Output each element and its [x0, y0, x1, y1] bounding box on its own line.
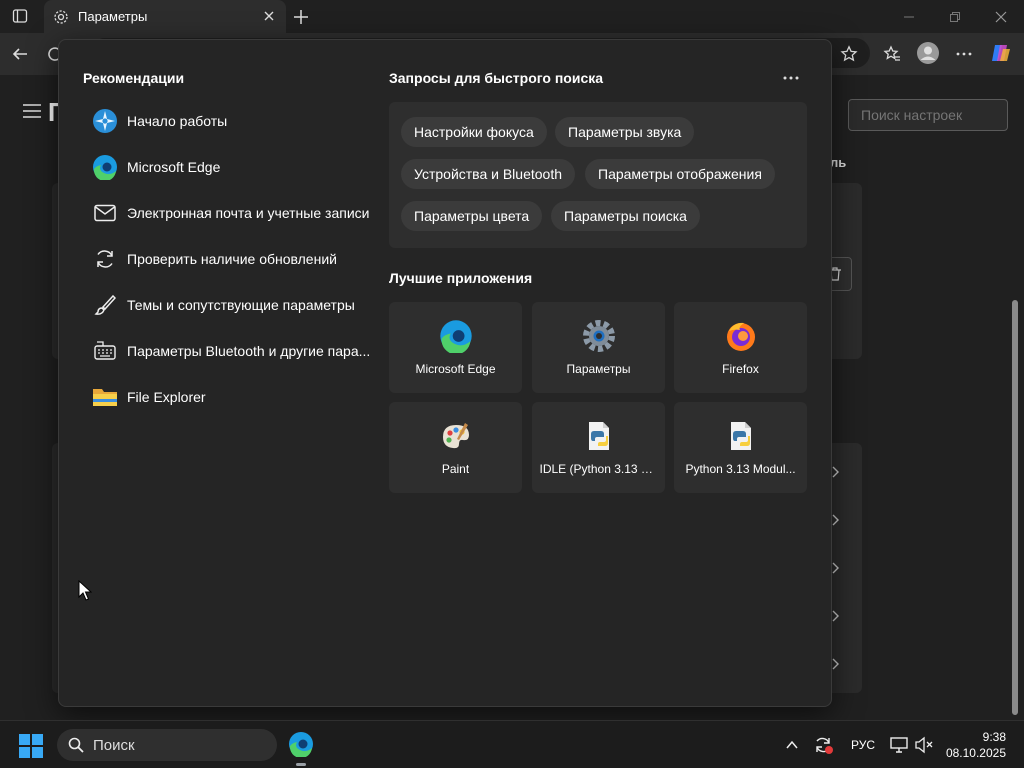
recommendation-label: Электронная почта и учетные записи [127, 205, 370, 221]
quick-search-chip[interactable]: Устройства и Bluetooth [401, 159, 575, 189]
folder-icon [91, 383, 119, 411]
tab-settings[interactable]: Параметры [44, 0, 286, 33]
sync-alert-icon[interactable] [813, 735, 833, 755]
recommendation-themes[interactable]: Темы и сопутствующие параметры [83, 282, 379, 328]
search-flyout: Рекомендации Начало работы Microsoft Edg… [58, 39, 832, 707]
quick-search-chip[interactable]: Параметры звука [555, 117, 695, 147]
section-label: ль [830, 155, 847, 170]
app-tile-idle[interactable]: IDLE (Python 3.13 6... [532, 402, 665, 493]
minimize-icon[interactable] [898, 6, 920, 28]
quick-search-chip[interactable]: Параметры отображения [585, 159, 775, 189]
hamburger-menu-icon[interactable] [22, 103, 42, 119]
quick-search-chip[interactable]: Параметры цвета [401, 201, 543, 231]
tab-actions-icon[interactable] [8, 5, 32, 27]
edge-icon [438, 318, 474, 354]
new-tab-icon[interactable] [290, 6, 312, 28]
recommendation-label: Темы и сопутствующие параметры [127, 297, 355, 313]
app-label: Python 3.13 Modul... [685, 462, 796, 476]
copilot-icon[interactable] [988, 40, 1014, 66]
recommendation-label: Проверить наличие обновлений [127, 251, 337, 267]
quick-search-chip[interactable]: Параметры поиска [551, 201, 700, 231]
top-apps-title: Лучшие приложения [389, 270, 533, 286]
running-indicator [296, 763, 306, 766]
clock[interactable]: 9:38 08.10.2025 [940, 729, 1006, 761]
settings-gear-icon [581, 318, 617, 354]
recommendation-label: Параметры Bluetooth и другие пара... [127, 343, 371, 359]
close-window-icon[interactable] [990, 6, 1012, 28]
recommendation-label: Microsoft Edge [127, 159, 221, 175]
browser-titlebar: Параметры [0, 0, 1024, 33]
mouse-cursor-icon [78, 579, 93, 602]
recommendation-label: File Explorer [127, 389, 206, 405]
language-indicator[interactable]: РУС [851, 738, 875, 752]
profile-avatar-icon[interactable] [915, 40, 941, 66]
recommendations-title: Рекомендации [83, 70, 185, 86]
recommendations-list: Начало работы Microsoft Edge Электронная… [83, 98, 379, 420]
windows-start-icon[interactable] [18, 733, 44, 759]
recommendation-label: Начало работы [127, 113, 228, 129]
back-arrow-icon[interactable] [7, 41, 33, 67]
app-label: Firefox [722, 362, 759, 376]
edge-icon [91, 153, 119, 181]
app-tile-python[interactable]: Python 3.13 Modul... [674, 402, 807, 493]
taskbar-search-label: Поиск [93, 736, 135, 754]
close-tab-icon[interactable] [262, 9, 276, 23]
brush-icon [91, 291, 119, 319]
more-options-icon[interactable] [779, 68, 803, 88]
network-icon[interactable] [889, 735, 909, 755]
recommendation-bluetooth[interactable]: Параметры Bluetooth и другие пара... [83, 328, 379, 374]
recommendation-check-updates[interactable]: Проверить наличие обновлений [83, 236, 379, 282]
volume-muted-icon[interactable] [914, 735, 934, 755]
app-tile-firefox[interactable]: Firefox [674, 302, 807, 393]
app-label: Microsoft Edge [415, 362, 496, 376]
favorite-star-icon[interactable] [836, 41, 862, 67]
app-tile-microsoft-edge[interactable]: Microsoft Edge [389, 302, 522, 393]
quick-search-title: Запросы для быстрого поиска [389, 70, 604, 86]
app-tile-settings[interactable]: Параметры [532, 302, 665, 393]
app-label: Paint [441, 462, 470, 476]
taskbar-edge-icon[interactable] [286, 729, 316, 759]
python-icon [723, 418, 759, 454]
keyboard-icon [91, 337, 119, 365]
quick-search-box: Настройки фокуса Параметры звука Устройс… [389, 102, 807, 248]
get-started-icon [91, 107, 119, 135]
refresh-icon [91, 245, 119, 273]
recommendation-microsoft-edge[interactable]: Microsoft Edge [83, 144, 379, 190]
mail-icon [91, 199, 119, 227]
search-icon [67, 736, 85, 754]
clock-date: 08.10.2025 [945, 746, 1006, 760]
paint-icon [438, 418, 474, 454]
taskbar-search-box[interactable]: Поиск [57, 729, 277, 761]
clock-time: 9:38 [982, 730, 1006, 744]
python-idle-icon [581, 418, 617, 454]
recommendation-file-explorer[interactable]: File Explorer [83, 374, 379, 420]
quick-search-chip[interactable]: Настройки фокуса [401, 117, 547, 147]
favorites-icon[interactable] [879, 41, 905, 67]
app-label: IDLE (Python 3.13 6... [539, 462, 658, 476]
more-options-icon[interactable] [951, 41, 977, 67]
tab-title: Параметры [78, 9, 148, 24]
firefox-icon [723, 318, 759, 354]
recommendation-get-started[interactable]: Начало работы [83, 98, 379, 144]
restore-icon[interactable] [944, 6, 966, 28]
chevron-up-icon[interactable] [782, 735, 802, 755]
gear-icon [52, 8, 70, 26]
app-label: Параметры [566, 362, 631, 376]
settings-search-input[interactable] [848, 99, 1008, 131]
page-scrollbar[interactable] [1012, 300, 1018, 715]
app-tile-paint[interactable]: Paint [389, 402, 522, 493]
recommendation-email-accounts[interactable]: Электронная почта и учетные записи [83, 190, 379, 236]
taskbar: Поиск РУС 9:38 08.10.2025 [0, 720, 1024, 768]
